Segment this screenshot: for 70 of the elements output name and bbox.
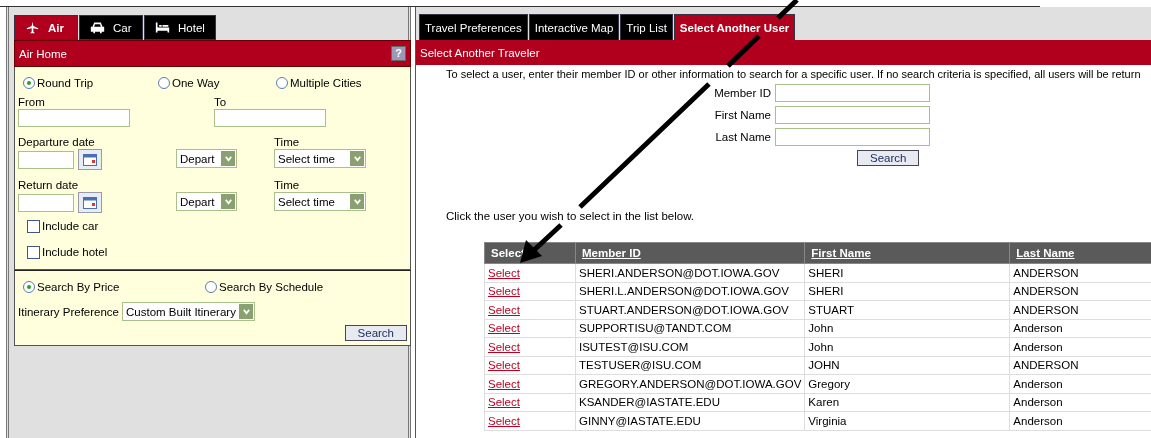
field-label: Itinerary Preference [18,305,119,318]
table-cell: STUART [804,300,1010,319]
itinerary-dropdown[interactable]: Custom Built Itinerary [122,302,255,321]
date-field[interactable] [18,193,74,212]
direction-dropdown[interactable]: Depart [176,192,237,211]
column-header[interactable]: Last Name [1009,242,1151,264]
input-field[interactable] [775,128,930,146]
field-label: First Name [713,109,771,121]
panel-title: Select Another Traveler [420,46,540,59]
radio-option[interactable]: One Way [153,77,271,89]
input-field[interactable] [775,84,930,102]
table-cell: SHERI [804,263,1010,282]
table-cell: SHERI.ANDERSON@DOT.IOWA.GOV [575,263,805,282]
car-icon [90,21,105,34]
field-label: Time [274,135,301,149]
table-cell: STUART.ANDERSON@DOT.IOWA.GOV [575,300,805,319]
table-cell: John [804,337,1010,356]
tab[interactable]: Air [14,15,78,40]
calendar-icon [83,153,97,166]
table-cell: ISUTEST@ISU.COM [575,337,805,356]
table-cell: KSANDER@IASTATE.EDU [575,393,805,412]
radio-option[interactable]: Multiple Cities [271,77,362,89]
input-field[interactable] [214,109,326,127]
table-cell: SUPPORTISU@TANDT.COM [575,319,805,338]
date-field[interactable] [18,150,74,169]
field-label: Return date [18,178,80,192]
tab[interactable]: Hotel [144,15,216,40]
checkbox-option[interactable]: Include car [27,213,137,239]
table-cell: TESTUSER@ISU.COM [575,356,805,375]
tab[interactable]: Select Another User [673,14,796,40]
direction-dropdown[interactable]: Depart [176,149,237,168]
radio-option[interactable]: Search By Schedule [200,281,324,293]
instruction-text: Click the user you wish to select in the list below. [446,210,695,222]
airplane-icon [25,21,40,34]
calendar-button[interactable] [78,149,102,170]
tab[interactable]: Trip List [620,14,673,40]
table-cell: Virginia [804,411,1010,430]
field-label: Last Name [714,131,771,143]
table-cell: Gregory [804,374,1010,393]
radio-option[interactable]: Round Trip [18,77,153,89]
calendar-icon [83,196,97,209]
field-label: To [214,95,228,109]
input-field[interactable] [775,106,930,124]
checkbox-option[interactable]: Include hotel [27,239,137,265]
field-label: Member ID [713,87,771,99]
radio-option[interactable]: Search By Price [18,281,200,293]
column-header[interactable]: Member ID [575,242,805,264]
field-label: From [18,95,46,109]
tab[interactable]: Travel Preferences [419,14,528,40]
column-header[interactable]: First Name [804,242,1010,264]
table-cell: Karen [804,393,1010,412]
table-cell: JOHN [804,356,1010,375]
table-cell: GINNY@IASTATE.EDU [575,411,805,430]
bed-icon [155,21,170,34]
time-dropdown[interactable]: Select time [274,149,366,168]
search-button[interactable]: Search [857,150,920,166]
table-cell: GREGORY.ANDERSON@DOT.IOWA.GOV [575,374,805,393]
instruction-text: To select a user, enter their member ID or other information to search for a specific user. If no search criteria is specified, all users will be return [446,68,1142,80]
table-cell: SHERI [804,282,1010,301]
field-label: Time [274,178,301,192]
table-cell: John [804,319,1010,338]
table-cell: SHERI.L.ANDERSON@DOT.IOWA.GOV [575,282,805,301]
tab[interactable]: Car [79,15,143,40]
search-button[interactable]: Search [344,325,407,341]
time-dropdown[interactable]: Select time [274,192,366,211]
panel-title: Air Home [19,47,67,60]
field-label: Departure date [18,135,96,149]
input-field[interactable] [18,109,130,127]
calendar-button[interactable] [78,192,102,213]
tab[interactable]: Interactive Map [528,14,620,40]
